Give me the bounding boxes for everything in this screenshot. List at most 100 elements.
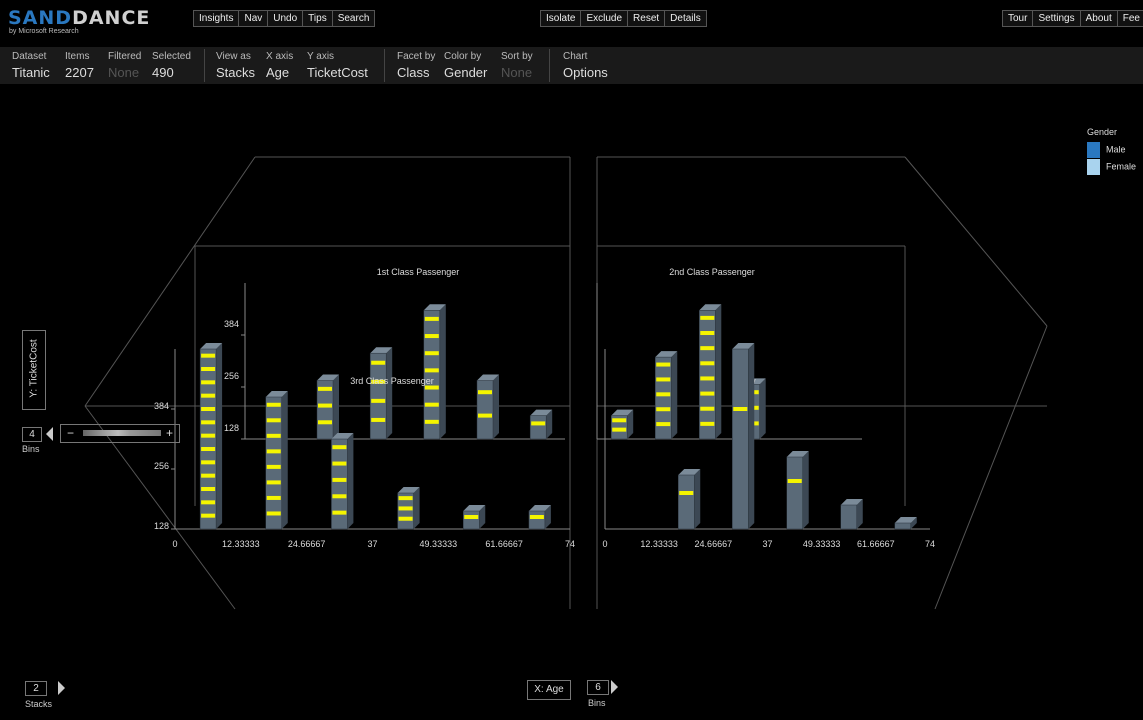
tips-button[interactable]: Tips [303,11,333,26]
toolbar-mid: Isolate Exclude Reset Details [540,10,707,27]
selected-segment [733,407,748,411]
frame-line [904,156,1048,327]
undo-button[interactable]: Undo [268,11,304,26]
x-bins-value[interactable]: 6 [587,680,609,695]
selected-segment [424,316,439,321]
nav-button[interactable]: Nav [239,11,269,26]
selected-segment [424,419,439,424]
x-tick-label: 61.66667 [485,539,523,549]
bar [528,510,546,530]
x-tick-label: 12.33333 [222,539,260,549]
dataset-picker[interactable]: Dataset Titanic [12,51,50,80]
top-bar: SANDDANCE by Microsoft Research Insights… [0,0,1143,46]
selected-segment [656,377,671,382]
selected-segment [201,460,216,465]
x-tick-label: 74 [925,539,935,549]
bar-side [281,391,288,529]
logo-subtitle: by Microsoft Research [9,28,79,35]
items-count: Items 2207 [65,51,94,80]
x-tick-label: 0 [602,539,607,549]
stacks-right-arrow-icon[interactable] [58,681,65,695]
selected-segment [332,445,347,450]
search-button[interactable]: Search [332,11,375,26]
selected-segment [398,516,413,521]
selected-segment [700,331,715,336]
selected-segment [332,477,347,482]
selected-segment [201,420,216,425]
tour-button[interactable]: Tour [1003,11,1034,26]
y-bins-value[interactable]: 4 [22,427,42,442]
exclude-button[interactable]: Exclude [581,11,629,26]
selected-segment [679,491,694,495]
bar [463,510,480,530]
bins-left-arrow-icon[interactable] [46,427,53,441]
selected-segment [424,334,439,339]
selected-segment [424,385,439,390]
x-tick-label: 24.66667 [695,539,733,549]
x-tick-label: 24.66667 [288,539,326,549]
chart-options[interactable]: Chart Options [563,51,608,80]
bar [699,310,716,440]
info-bar: Dataset Titanic Items 2207 Filtered None Se… [0,47,1143,84]
details-button[interactable]: Details [665,11,706,26]
divider [549,49,550,82]
settings-button[interactable]: Settings [1033,11,1081,26]
x-axis-picker[interactable]: X axis Age [266,51,293,80]
selected-segment [531,421,546,426]
x-tick-label: 49.33333 [803,539,841,549]
selected-segment [266,464,281,469]
y-bins-label: Bins [22,444,40,454]
bar-side [671,351,678,439]
bar-side [759,378,766,439]
bar [894,522,912,530]
bar [423,310,441,440]
x-tick-label: 74 [565,539,575,549]
selected-segment [201,353,216,358]
y-tick-label: 384 [224,319,239,329]
selected-segment [424,351,439,356]
frame-line [934,325,1048,610]
selected-segment [318,403,332,408]
x-bins-right-arrow-icon[interactable] [611,680,618,694]
bar-side [715,304,722,439]
bar-side [386,347,393,439]
selected-segment [398,506,413,511]
facet-picker[interactable]: Facet by Class [397,51,435,80]
y-axis-picker[interactable]: Y axis TicketCost [307,51,368,80]
plus-icon[interactable]: + [166,426,173,440]
selected-segment [700,421,715,426]
color-picker[interactable]: Color by Gender [444,51,487,80]
filtered-count: Filtered None [108,51,142,80]
bar [529,415,547,440]
slider-track[interactable] [83,430,161,436]
view-as-picker[interactable]: View as Stacks [216,51,255,80]
frame-line [84,156,256,407]
selected-segment [787,479,802,483]
selected-segment [371,360,386,365]
about-button[interactable]: About [1080,11,1118,26]
selected-segment [266,433,281,438]
x-tick-label: 61.66667 [857,539,895,549]
selected-segment [332,461,347,466]
feedback-button[interactable]: Fee [1117,11,1143,26]
facet-label: 3rd Class Passenger [350,376,434,386]
bins-slider[interactable]: − + [60,424,180,443]
isolate-button[interactable]: Isolate [541,11,582,26]
selected-segment [201,380,216,385]
sort-picker[interactable]: Sort by None [501,51,533,80]
insights-button[interactable]: Insights [194,11,240,26]
minus-icon[interactable]: − [67,426,74,440]
chart-canvas[interactable]: 1st Class Passenger 384 256 128 2nd Class Pa… [0,84,1143,614]
selected-segment [201,367,216,371]
bar [840,504,857,530]
toolbar-right: Tour Settings About Fee [1002,10,1143,27]
selected-segment [656,362,671,367]
y-axis-button[interactable]: Y: TicketCost [22,330,46,410]
selected-segment [700,376,715,381]
selected-segment [700,361,715,366]
reset-button[interactable]: Reset [628,11,666,26]
x-axis-button[interactable]: X: Age [527,680,571,700]
bar [678,474,695,530]
x-tick-label: 49.33333 [420,539,458,549]
stacks-value[interactable]: 2 [25,681,47,696]
